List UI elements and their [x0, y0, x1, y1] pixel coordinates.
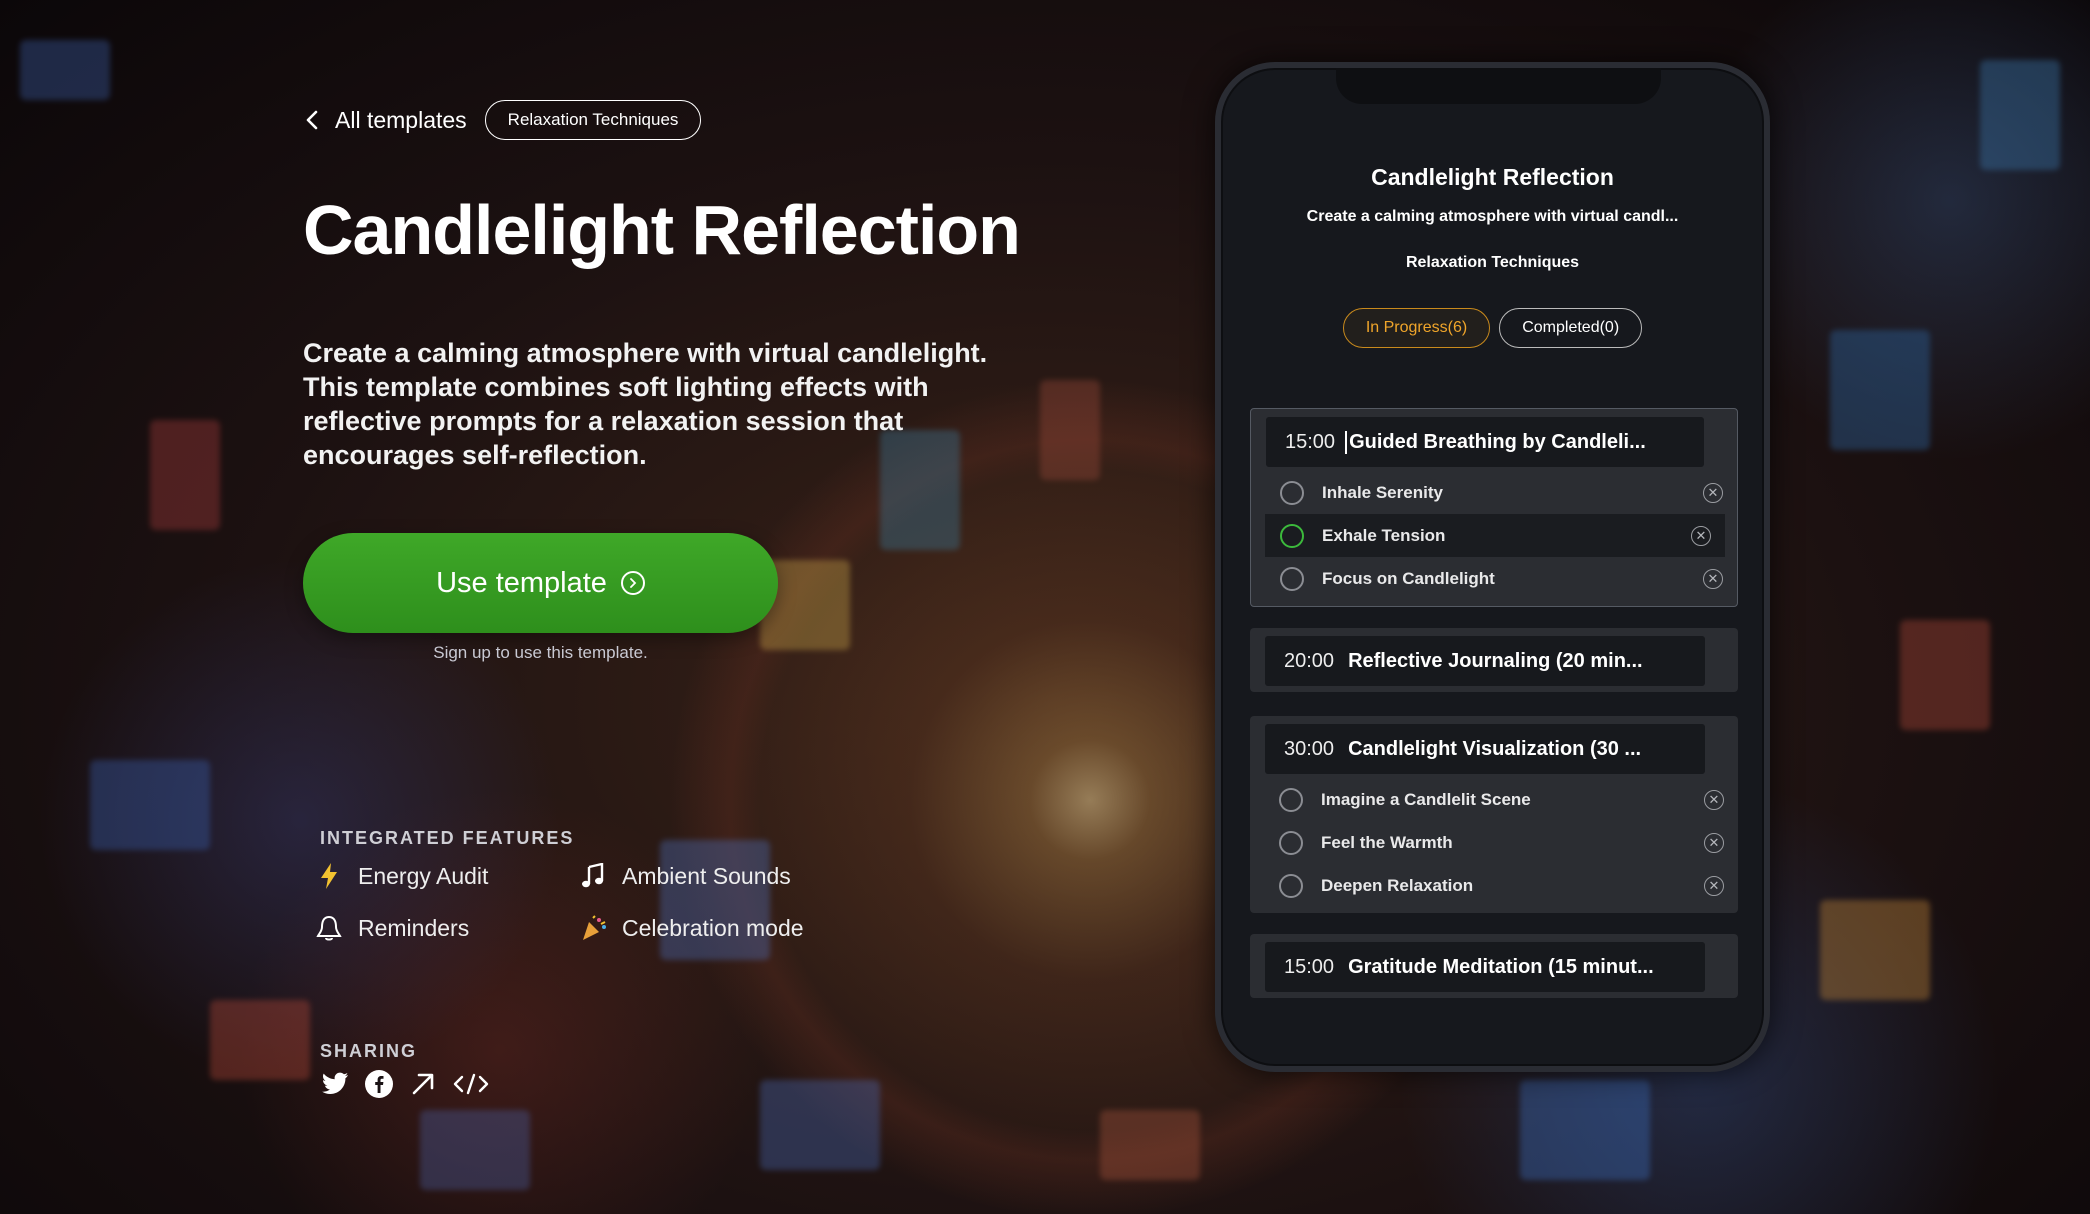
back-link[interactable]: All templates	[303, 107, 467, 134]
subtask-label: Deepen Relaxation	[1321, 875, 1474, 895]
subtask-label: Inhale Serenity	[1322, 482, 1443, 502]
bell-icon	[314, 913, 344, 943]
subtask-item[interactable]: Deepen Relaxation ✕	[1250, 864, 1738, 907]
phone-tabs: In Progress(6) Completed(0)	[1221, 308, 1764, 348]
tab-in-progress[interactable]: In Progress(6)	[1342, 308, 1491, 348]
feature-label: Ambient Sounds	[622, 862, 791, 889]
task-group: 15:00 Gratitude Meditation (15 minut...	[1250, 934, 1738, 998]
template-description: Create a calming atmosphere with virtual…	[303, 338, 988, 470]
phone-category: Relaxation Techniques	[1405, 254, 1580, 271]
task-time: 30:00	[1284, 737, 1335, 760]
features-heading: INTEGRATED FEATURES	[320, 828, 575, 848]
task-name: Guided Breathing by Candleli...	[1345, 430, 1646, 454]
party-icon	[578, 913, 608, 943]
feature-label: Energy Audit	[358, 862, 489, 889]
feature-ambient-sounds: Ambient Sounds	[578, 861, 791, 891]
tab-completed[interactable]: Completed(0)	[1499, 308, 1643, 348]
task-group: 20:00 Reflective Journaling (20 min...	[1250, 628, 1738, 692]
phone-subtitle: Create a calming atmosphere with virtual…	[1306, 208, 1679, 225]
checkbox-circle[interactable]	[1279, 873, 1303, 898]
task-time: 20:00	[1284, 649, 1335, 672]
back-link-label: All templates	[335, 106, 467, 133]
checkbox-circle[interactable]	[1280, 566, 1304, 591]
feature-energy-audit: Energy Audit	[314, 861, 488, 891]
remove-icon[interactable]: ✕	[1703, 482, 1723, 503]
remove-icon[interactable]: ✕	[1704, 832, 1724, 853]
remove-icon[interactable]: ✕	[1703, 568, 1723, 589]
feature-reminders: Reminders	[314, 913, 469, 943]
chevron-left-icon	[306, 110, 318, 130]
task-group-header[interactable]: 20:00 Reflective Journaling (20 min...	[1265, 636, 1705, 686]
facebook-icon[interactable]	[364, 1069, 394, 1099]
task-group-header[interactable]: 30:00 Candlelight Visualization (30 ...	[1265, 724, 1705, 774]
checkbox-circle[interactable]	[1279, 830, 1303, 855]
remove-icon[interactable]: ✕	[1704, 875, 1724, 896]
phone-title: Candlelight Reflection	[1371, 164, 1614, 190]
checkbox-circle[interactable]	[1280, 523, 1304, 548]
sharing-icons	[320, 1069, 490, 1099]
subtask-label: Feel the Warmth	[1321, 832, 1453, 852]
task-name: Candlelight Visualization (30 ...	[1348, 737, 1642, 760]
sharing-heading: SHARING	[320, 1041, 418, 1061]
use-template-button[interactable]: Use template	[303, 533, 778, 633]
embed-code-icon[interactable]	[452, 1069, 490, 1099]
lightning-icon	[314, 861, 344, 891]
subtask-item[interactable]: Exhale Tension ✕	[1265, 514, 1725, 557]
phone-notch	[1336, 68, 1661, 104]
checkbox-circle[interactable]	[1279, 787, 1303, 812]
task-group-header[interactable]: 15:00 Gratitude Meditation (15 minut...	[1265, 942, 1705, 992]
page-title: Candlelight Reflection	[303, 191, 1021, 269]
phone-preview: Candlelight Reflection Create a calming …	[1215, 62, 1770, 1072]
category-tag[interactable]: Relaxation Techniques	[484, 100, 702, 140]
share-arrow-icon[interactable]	[408, 1069, 438, 1099]
remove-icon[interactable]: ✕	[1691, 525, 1711, 546]
task-group: 15:00 Guided Breathing by Candleli... In…	[1250, 408, 1738, 607]
subtask-label: Exhale Tension	[1322, 525, 1446, 545]
feature-label: Celebration mode	[622, 914, 804, 941]
breadcrumb: All templates Relaxation Techniques	[303, 100, 702, 140]
twitter-icon[interactable]	[320, 1069, 350, 1099]
subtask-item[interactable]: Inhale Serenity ✕	[1251, 471, 1737, 514]
music-note-icon	[578, 861, 608, 891]
task-time: 15:00	[1284, 955, 1335, 978]
feature-label: Reminders	[358, 914, 470, 941]
use-template-label: Use template	[436, 566, 607, 599]
checkbox-circle[interactable]	[1280, 480, 1304, 505]
subtask-item[interactable]: Focus on Candlelight ✕	[1251, 557, 1737, 600]
subtask-label: Imagine a Candlelit Scene	[1321, 789, 1531, 809]
task-group: 30:00 Candlelight Visualization (30 ... …	[1250, 716, 1738, 913]
signup-note: Sign up to use this template.	[433, 643, 648, 662]
arrow-right-circle-icon	[620, 571, 645, 595]
subtask-item[interactable]: Feel the Warmth ✕	[1250, 821, 1738, 864]
subtask-label: Focus on Candlelight	[1322, 568, 1495, 588]
task-name: Reflective Journaling (20 min...	[1348, 649, 1643, 672]
feature-celebration-mode: Celebration mode	[578, 913, 804, 943]
task-name: Gratitude Meditation (15 minut...	[1348, 955, 1654, 978]
task-time: 15:00	[1285, 430, 1336, 453]
remove-icon[interactable]: ✕	[1704, 789, 1724, 810]
subtask-item[interactable]: Imagine a Candlelit Scene ✕	[1250, 778, 1738, 821]
task-group-header[interactable]: 15:00 Guided Breathing by Candleli...	[1266, 417, 1704, 467]
